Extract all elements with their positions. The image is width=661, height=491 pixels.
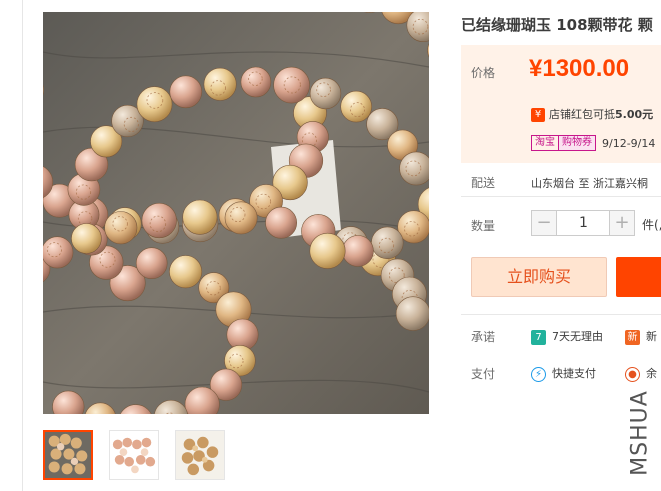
- increase-button[interactable]: +: [609, 210, 635, 236]
- bead-bracelet-photo: [43, 12, 429, 414]
- bead: [265, 206, 298, 239]
- main-product-image[interactable]: [43, 12, 429, 414]
- payment-balance-text: 余: [646, 367, 657, 380]
- shop-coupon[interactable]: ¥ 店铺红包可抵5.00元: [531, 106, 653, 122]
- promise-7day-text: 7天无理由: [552, 330, 603, 343]
- price-panel: 价格 ¥1300.00 ¥ 店铺红包可抵5.00元 淘宝 购物券 9/12-9/14: [461, 45, 661, 163]
- bead: [71, 223, 102, 254]
- price-value: ¥1300.00: [529, 55, 630, 82]
- bead: [104, 211, 138, 245]
- bead: [169, 255, 203, 289]
- thumbnail-3[interactable]: [175, 430, 225, 480]
- promo-dates: 9/12-9/14: [602, 136, 656, 150]
- bead: [273, 66, 310, 104]
- bead: [182, 199, 218, 235]
- bead: [309, 232, 346, 269]
- thumbnail-3-image: [176, 431, 224, 479]
- product-title: 已结缘珊瑚玉 108颗带花 颗: [461, 16, 653, 34]
- coupon-text: 店铺红包可抵: [549, 108, 615, 121]
- quantity-input[interactable]: 1: [557, 210, 610, 236]
- coupon-amount: 5.00元: [615, 108, 654, 121]
- bead: [399, 151, 429, 186]
- promise-7day[interactable]: 7 7天无理由: [531, 328, 603, 345]
- quantity-unit: 件(,: [642, 218, 661, 232]
- bead: [371, 226, 404, 260]
- thumbnail-2[interactable]: [109, 430, 159, 480]
- page-left-border: [22, 0, 23, 491]
- red-packet-icon: ¥: [531, 108, 545, 122]
- quick-pay-icon: ⚡: [531, 366, 546, 382]
- bead: [141, 202, 177, 239]
- bead: [342, 235, 374, 267]
- payment-quick-text: 快捷支付: [552, 367, 596, 380]
- payment-label: 支付: [471, 367, 496, 381]
- bead: [224, 201, 258, 235]
- payment-quick[interactable]: ⚡ 快捷支付: [531, 365, 596, 382]
- buy-now-button[interactable]: 立即购买: [471, 257, 607, 297]
- promise-label: 承诺: [471, 330, 496, 344]
- thumbnail-2-image: [110, 431, 158, 479]
- payment-balance[interactable]: ● 余: [625, 365, 657, 382]
- shipping-destination[interactable]: 山东烟台 至 浙江嘉兴桐: [531, 175, 648, 191]
- watermark-text: MSHUA: [627, 390, 653, 476]
- seven-day-return-icon: 7: [531, 329, 546, 345]
- new-badge-icon: 新: [625, 329, 640, 345]
- bead: [169, 75, 203, 109]
- bead: [135, 247, 168, 279]
- thumbnail-1[interactable]: [43, 430, 93, 480]
- balance-pay-icon: ●: [625, 366, 640, 382]
- promise-new-text: 新: [646, 330, 657, 343]
- divider: [461, 196, 661, 197]
- price-label: 价格: [471, 66, 496, 80]
- decrease-button[interactable]: −: [531, 210, 557, 236]
- bead: [43, 236, 74, 269]
- shopping-voucher-promo[interactable]: 淘宝 购物券 9/12-9/14: [531, 135, 655, 151]
- voucher-tag: 购物券: [558, 135, 596, 151]
- quantity-label: 数量: [471, 219, 496, 233]
- shipping-label: 配送: [471, 176, 496, 190]
- bead: [395, 296, 429, 331]
- bead: [136, 86, 173, 123]
- bead: [309, 77, 342, 110]
- taobao-tag: 淘宝: [531, 135, 559, 151]
- bead: [240, 66, 272, 98]
- add-to-cart-button[interactable]: [616, 257, 661, 297]
- watermark: MSHUA: [620, 386, 660, 480]
- promise-new[interactable]: 新新: [625, 328, 657, 345]
- bead: [203, 67, 237, 101]
- divider: [461, 314, 661, 315]
- bead: [340, 90, 373, 123]
- thumbnail-1-image: [45, 432, 91, 478]
